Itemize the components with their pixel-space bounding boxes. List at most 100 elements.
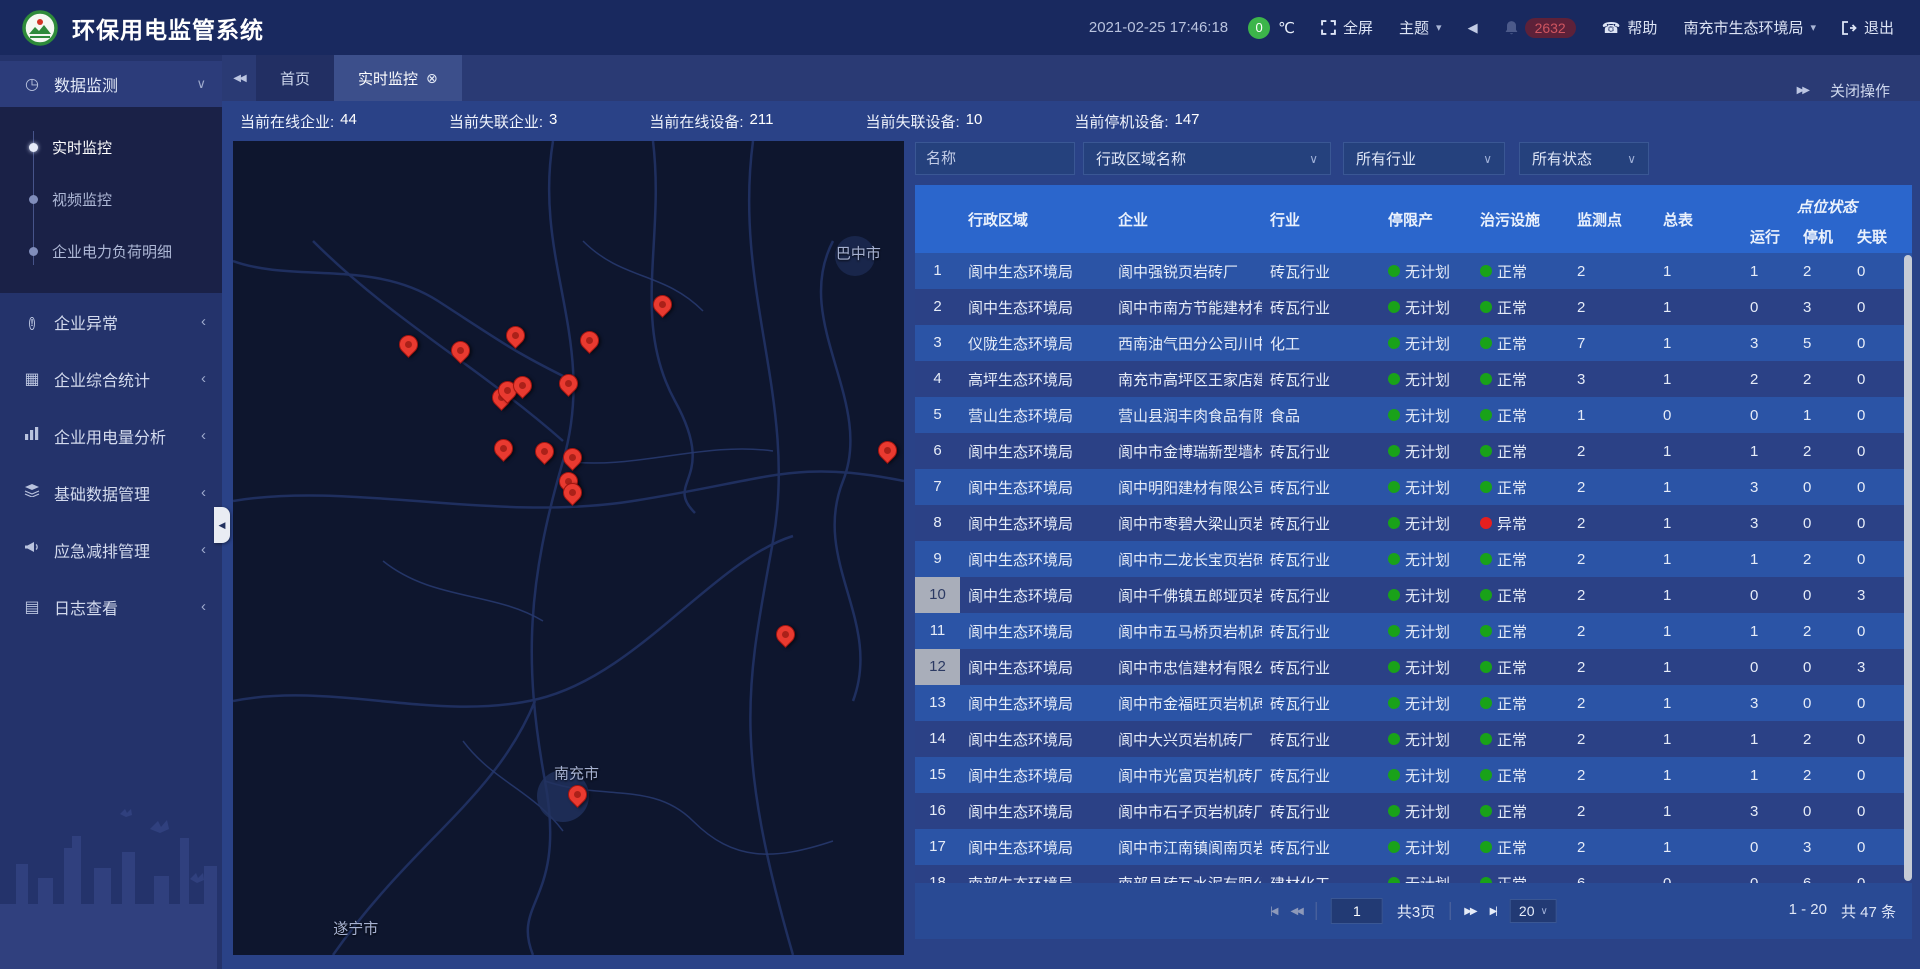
facility-status-dot	[1480, 625, 1492, 637]
table-row[interactable]: 15 阆中生态环境局 阆中市光富页岩机砖厂 砖瓦行业 无计划 正常 2 1 1 …	[915, 757, 1912, 793]
industry-select[interactable]: 所有行业 ∨	[1343, 142, 1505, 175]
page-number-input[interactable]	[1331, 898, 1383, 924]
prev-page-button[interactable]: ◀◀	[1290, 906, 1301, 917]
row-total-meters: 1	[1655, 263, 1742, 280]
grid-window-icon: ▦	[22, 369, 42, 389]
facility-status-dot	[1480, 589, 1492, 601]
help-button[interactable]: ☎ 帮助	[1602, 17, 1658, 38]
row-production-limit: 无计划	[1380, 657, 1472, 678]
status-select[interactable]: 所有状态 ∨	[1519, 142, 1649, 175]
sidebar-subitem-label: 视频监控	[52, 189, 112, 210]
table-row[interactable]: 6 阆中生态环境局 阆中市金博瑞新型墙材 砖瓦行业 无计划 正常 2 1 1 2…	[915, 433, 1912, 469]
row-total-meters: 0	[1655, 875, 1742, 884]
map[interactable]: 巴中市 南充市 遂宁市	[233, 141, 904, 955]
mute-speaker-icon[interactable]: ◀	[1468, 20, 1478, 36]
row-running: 2	[1742, 371, 1795, 388]
logout-button[interactable]: 退出	[1842, 17, 1894, 38]
row-production-limit: 无计划	[1380, 549, 1472, 570]
name-search-input[interactable]	[915, 142, 1075, 175]
row-region: 阆中生态环境局	[960, 513, 1110, 534]
row-monitor-points: 2	[1569, 659, 1655, 676]
user-org-dropdown[interactable]: 南充市生态环境局 ▾	[1683, 17, 1816, 38]
row-industry: 砖瓦行业	[1262, 621, 1380, 642]
table-row[interactable]: 10 阆中生态环境局 阆中千佛镇五郎垭页岩 砖瓦行业 无计划 正常 2 1 0 …	[915, 577, 1912, 613]
table-scrollbar[interactable]	[1904, 255, 1912, 881]
row-company: 阆中市南方节能建材有	[1110, 297, 1262, 318]
table-row[interactable]: 13 阆中生态环境局 阆中市金福旺页岩机砖 砖瓦行业 无计划 正常 2 1 3 …	[915, 685, 1912, 721]
status-dot-green	[1388, 625, 1400, 637]
sidebar-item-power-load-detail[interactable]: 企业电力负荷明细	[0, 225, 222, 277]
sidebar-item-enterprise-abnormal[interactable]: ! 企业异常 ‹	[0, 293, 222, 350]
table-row[interactable]: 1 阆中生态环境局 阆中强锐页岩砖厂 砖瓦行业 无计划 正常 2 1 1 2 0	[915, 253, 1912, 289]
chevron-down-icon: ∨	[1483, 152, 1492, 166]
row-pollution-facility: 正常	[1472, 441, 1569, 462]
sidebar-item-data-monitoring[interactable]: ◷ 数据监测 ∨	[0, 61, 222, 107]
page-size-select[interactable]: 20 ∨	[1510, 899, 1557, 923]
row-stopped: 0	[1795, 659, 1849, 676]
row-stopped: 0	[1795, 479, 1849, 496]
collapse-arrow-icon: ◀	[219, 520, 226, 531]
tab-home[interactable]: 首页	[256, 55, 334, 101]
table-row[interactable]: 3 仪陇生态环境局 西南油气田分公司川中 化工 无计划 正常 7 1 3 5 0	[915, 325, 1912, 361]
row-industry: 砖瓦行业	[1262, 585, 1380, 606]
table-row[interactable]: 11 阆中生态环境局 阆中市五马桥页岩机砖 砖瓦行业 无计划 正常 2 1 1 …	[915, 613, 1912, 649]
row-region: 阆中生态环境局	[960, 693, 1110, 714]
sidebar-collapse-button[interactable]: ◀	[214, 507, 230, 543]
column-index	[915, 185, 960, 253]
table-row[interactable]: 2 阆中生态环境局 阆中市南方节能建材有 砖瓦行业 无计划 正常 2 1 0 3…	[915, 289, 1912, 325]
tab-realtime-monitoring[interactable]: 实时监控 ⊗	[334, 55, 462, 101]
row-pollution-facility: 正常	[1472, 729, 1569, 750]
stat-online-enterprises: 当前在线企业:44	[240, 111, 357, 132]
row-stopped: 0	[1795, 695, 1849, 712]
table-row[interactable]: 5 营山生态环境局 营山县润丰肉食品有限 食品 无计划 正常 1 0 0 1 0	[915, 397, 1912, 433]
fullscreen-button[interactable]: 全屏	[1321, 17, 1373, 38]
table-row[interactable]: 18 南部生态环境局 南部县砖瓦水泥有限公 建材化工 无计划 正常 6 0 0 …	[915, 865, 1912, 883]
close-operations-button[interactable]: 关闭操作	[1830, 80, 1890, 101]
pagination-bar: |◀ ◀◀ 共3页 ▶▶ ▶| 20 ∨ 1 -	[915, 883, 1912, 939]
table-row[interactable]: 4 高坪生态环境局 南充市高坪区王家店建 砖瓦行业 无计划 正常 3 1 2 2…	[915, 361, 1912, 397]
tabs-scroll-right-button[interactable]: ▶▶	[1797, 85, 1808, 96]
next-page-button[interactable]: ▶▶	[1464, 906, 1475, 917]
sidebar-item-log-view[interactable]: ▤ 日志查看 ‹	[0, 578, 222, 635]
first-page-button[interactable]: |◀	[1270, 906, 1276, 917]
table-row[interactable]: 16 阆中生态环境局 阆中市石子页岩机砖厂 砖瓦行业 无计划 正常 2 1 3 …	[915, 793, 1912, 829]
region-select[interactable]: 行政区域名称 ∨	[1083, 142, 1331, 175]
chevron-left-icon: ‹	[201, 313, 206, 330]
sidebar-item-label: 企业用电量分析	[54, 424, 166, 448]
row-industry: 砖瓦行业	[1262, 765, 1380, 786]
facility-status-dot	[1480, 661, 1492, 673]
notifications[interactable]: 2632	[1504, 18, 1576, 38]
row-pollution-facility: 正常	[1472, 621, 1569, 642]
facility-status-dot	[1480, 445, 1492, 457]
row-lost: 0	[1849, 407, 1912, 424]
row-monitor-points: 2	[1569, 731, 1655, 748]
table-row[interactable]: 7 阆中生态环境局 阆中明阳建材有限公司 砖瓦行业 无计划 正常 2 1 3 0…	[915, 469, 1912, 505]
tabs-scroll-left-button[interactable]: ◀◀	[222, 55, 256, 101]
map-city-label: 遂宁市	[333, 918, 378, 939]
row-company: 阆中市光富页岩机砖厂	[1110, 765, 1262, 786]
table-row[interactable]: 17 阆中生态环境局 阆中市江南镇阆南页岩 砖瓦行业 无计划 正常 2 1 0 …	[915, 829, 1912, 865]
theme-dropdown[interactable]: 主题 ▾	[1399, 17, 1442, 38]
sidebar-item-power-usage-analysis[interactable]: 企业用电量分析 ‹	[0, 407, 222, 464]
sidebar-item-base-data-management[interactable]: 基础数据管理 ‹	[0, 464, 222, 521]
row-monitor-points: 2	[1569, 587, 1655, 604]
tabbar: ◀◀ 首页 实时监控 ⊗ ▶▶ 关闭操作	[222, 55, 1920, 101]
row-lost: 0	[1849, 515, 1912, 532]
table-row[interactable]: 9 阆中生态环境局 阆中市二龙长宝页岩砖 砖瓦行业 无计划 正常 2 1 1 2…	[915, 541, 1912, 577]
row-running: 1	[1742, 551, 1795, 568]
table-row[interactable]: 14 阆中生态环境局 阆中大兴页岩机砖厂 砖瓦行业 无计划 正常 2 1 1 2…	[915, 721, 1912, 757]
row-stopped: 0	[1795, 803, 1849, 820]
close-tab-icon[interactable]: ⊗	[426, 70, 438, 87]
table-row[interactable]: 12 阆中生态环境局 阆中市忠信建材有限公 砖瓦行业 无计划 正常 2 1 0 …	[915, 649, 1912, 685]
sidebar-item-realtime-monitoring[interactable]: 实时监控	[0, 121, 222, 173]
sidebar-item-emergency-reduction[interactable]: 应急减排管理 ‹	[0, 521, 222, 578]
row-company: 阆中明阳建材有限公司	[1110, 477, 1262, 498]
sidebar-item-enterprise-statistics[interactable]: ▦ 企业综合统计 ‹	[0, 350, 222, 407]
status-dot-green	[1388, 769, 1400, 781]
last-page-button[interactable]: ▶|	[1490, 906, 1496, 917]
row-lost: 0	[1849, 299, 1912, 316]
table-row[interactable]: 8 阆中生态环境局 阆中市枣碧大梁山页岩 砖瓦行业 无计划 异常 2 1 3 0…	[915, 505, 1912, 541]
caret-down-icon: ▾	[1810, 21, 1816, 34]
table-header: 行政区域 企业 行业 停限产 治污设施 监测点 总表 点位状态 运行 停机 失联	[915, 185, 1912, 253]
sidebar-item-video-monitoring[interactable]: 视频监控	[0, 173, 222, 225]
